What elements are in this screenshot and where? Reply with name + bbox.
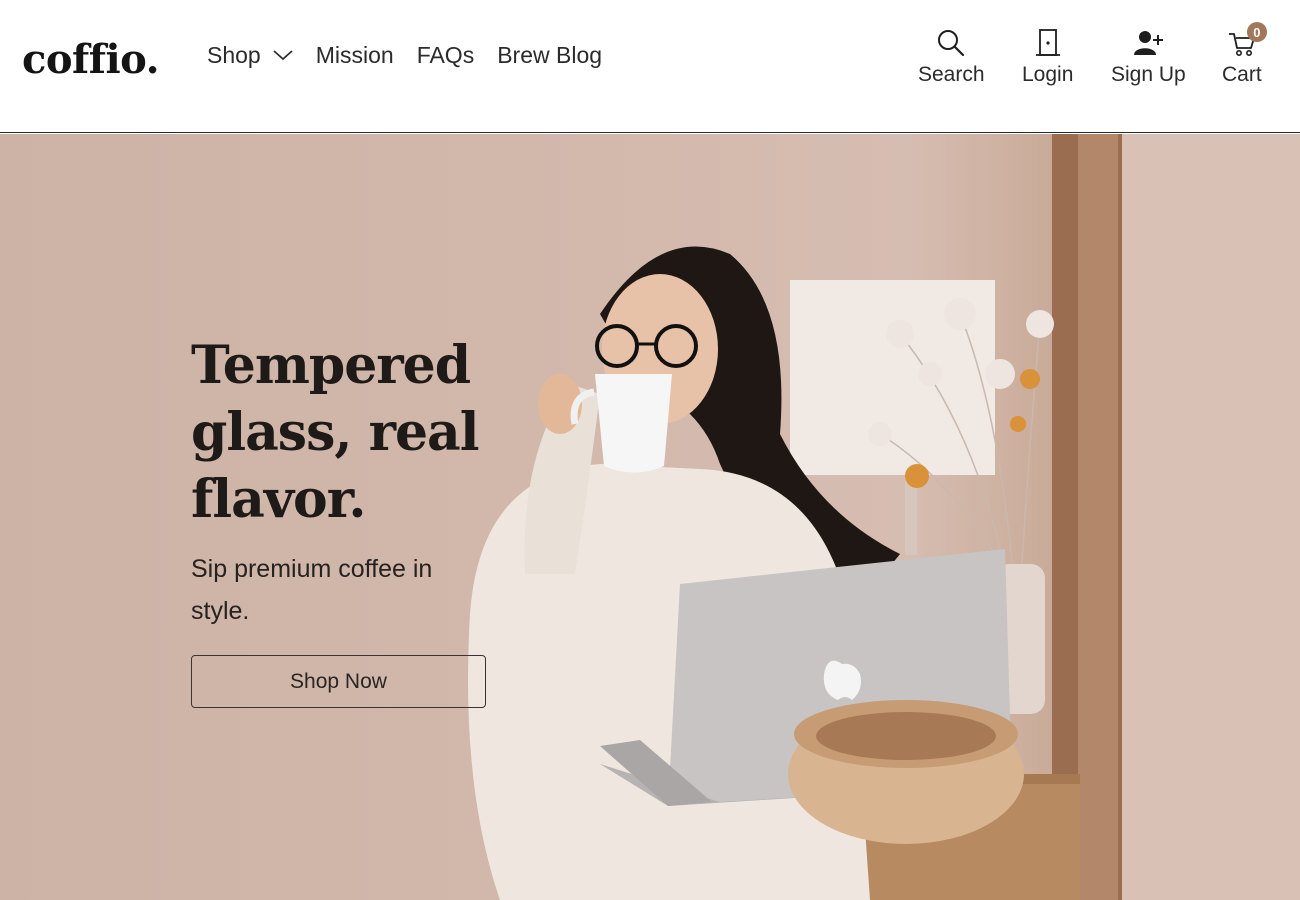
nav-item-brew-blog[interactable]: Brew Blog (497, 40, 602, 70)
nav-item-shop-label: Shop (207, 42, 261, 68)
nav-item-mission[interactable]: Mission (316, 40, 394, 70)
search-label: Search (918, 63, 985, 86)
cart-icon: 0 (1225, 22, 1267, 60)
cart-count-badge: 0 (1246, 22, 1267, 42)
hero-banner: Tempered glass, real flavor. Sip premium… (0, 134, 1300, 900)
chevron-down-icon (273, 50, 293, 61)
shop-now-button[interactable]: Shop Now (191, 655, 486, 708)
cart-label: Cart (1222, 63, 1262, 86)
nav-item-faqs[interactable]: FAQs (417, 40, 475, 70)
search-icon (934, 26, 968, 60)
hero-subtitle: Sip premium coffee in style. (191, 555, 433, 625)
nav-item-shop[interactable]: Shop (207, 40, 293, 70)
user-plus-icon (1131, 26, 1165, 60)
signup-button[interactable]: Sign Up (1111, 26, 1186, 88)
hero-title: Tempered glass, real flavor. (191, 335, 480, 530)
door-icon (1031, 26, 1065, 60)
cart-button[interactable]: 0 Cart (1222, 22, 1267, 88)
brand-logo[interactable]: coffio. (22, 36, 160, 84)
login-label: Login (1022, 63, 1074, 86)
signup-label: Sign Up (1111, 63, 1186, 86)
main-nav: Shop Mission FAQs Brew Blog (207, 40, 625, 70)
login-button[interactable]: Login (1022, 26, 1073, 88)
search-button[interactable]: Search (918, 26, 985, 88)
site-header: coffio. Shop Mission FAQs Brew Blog Sear… (0, 0, 1300, 133)
